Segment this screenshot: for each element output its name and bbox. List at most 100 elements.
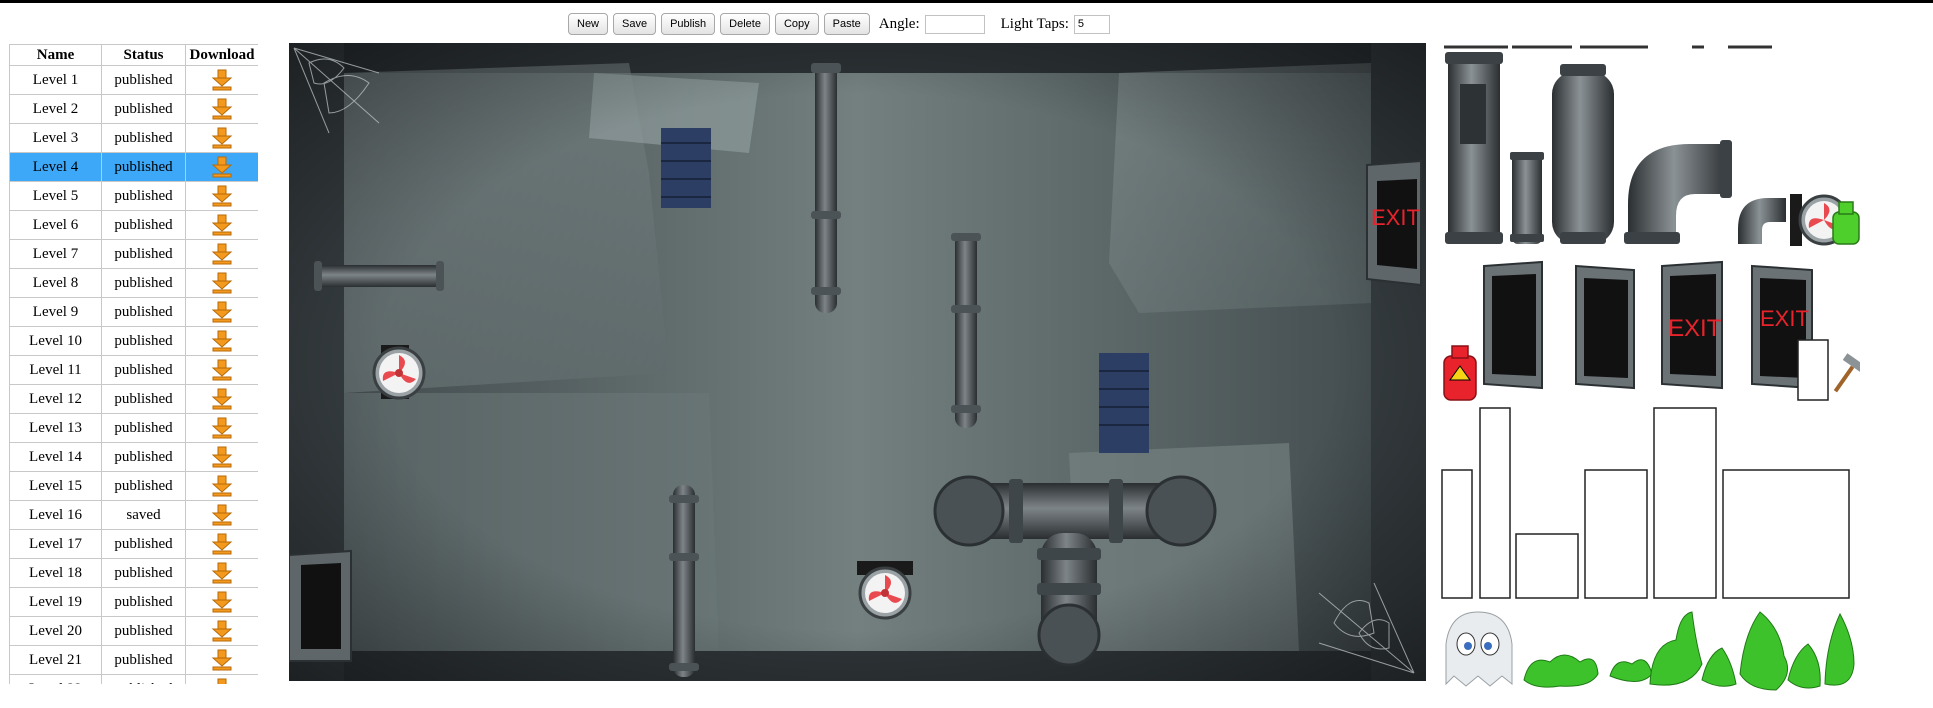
level-name[interactable]: Level 13 xyxy=(9,413,102,443)
paste-button[interactable]: Paste xyxy=(823,13,870,35)
level-name[interactable]: Level 14 xyxy=(9,442,102,472)
level-row[interactable]: Level 20 published xyxy=(9,616,258,646)
level-row[interactable]: Level 9 published xyxy=(9,297,258,327)
level-name[interactable]: Level 15 xyxy=(9,471,102,501)
new-button[interactable]: New xyxy=(568,13,609,35)
download-cell[interactable] xyxy=(185,268,258,298)
level-name[interactable]: Level 19 xyxy=(9,587,102,617)
palette-block-6[interactable] xyxy=(1722,469,1850,599)
palette-slime-1[interactable] xyxy=(1523,654,1599,688)
angle-input[interactable] xyxy=(924,14,985,34)
download-cell[interactable] xyxy=(185,645,258,675)
level-row[interactable]: Level 4 published xyxy=(9,152,258,182)
palette-slime-7[interactable] xyxy=(1824,612,1855,686)
download-arrow-icon[interactable] xyxy=(211,127,233,149)
palette-pipe-short[interactable] xyxy=(1510,152,1544,244)
download-arrow-icon[interactable] xyxy=(211,185,233,207)
delete-button[interactable]: Delete xyxy=(720,13,770,35)
palette-ghost-character[interactable] xyxy=(1445,611,1513,687)
level-row[interactable]: Level 11 published xyxy=(9,355,258,385)
download-arrow-icon[interactable] xyxy=(211,533,233,555)
download-arrow-icon[interactable] xyxy=(211,504,233,526)
download-cell[interactable] xyxy=(185,65,258,95)
palette-block-1[interactable] xyxy=(1441,469,1473,599)
palette-slime-5[interactable] xyxy=(1739,611,1789,691)
download-cell[interactable] xyxy=(185,558,258,588)
level-name[interactable]: Level 8 xyxy=(9,268,102,298)
palette-pipe-elbow-large[interactable] xyxy=(1624,140,1732,244)
download-cell[interactable] xyxy=(185,152,258,182)
level-name[interactable]: Level 6 xyxy=(9,210,102,240)
palette-hammer-icon[interactable] xyxy=(1833,353,1860,393)
palette-pipe-tall[interactable] xyxy=(1445,52,1503,244)
light-taps-input[interactable] xyxy=(1073,14,1110,34)
door-left[interactable] xyxy=(289,549,352,662)
download-cell[interactable] xyxy=(185,94,258,124)
level-row[interactable]: Level 19 published xyxy=(9,587,258,617)
download-cell[interactable] xyxy=(185,442,258,472)
level-row[interactable]: Level 1 published xyxy=(9,65,258,95)
palette-block-3[interactable] xyxy=(1515,533,1579,599)
palette-slime-2[interactable] xyxy=(1609,659,1653,682)
level-row[interactable]: Level 14 published xyxy=(9,442,258,472)
level-row[interactable]: Level 8 published xyxy=(9,268,258,298)
level-row[interactable]: Level 12 published xyxy=(9,384,258,414)
download-arrow-icon[interactable] xyxy=(211,214,233,236)
download-cell[interactable] xyxy=(185,355,258,385)
level-name[interactable]: Level 9 xyxy=(9,297,102,327)
level-name[interactable]: Level 22 xyxy=(9,674,102,684)
download-arrow-icon[interactable] xyxy=(211,156,233,178)
palette-block-small[interactable] xyxy=(1797,339,1829,401)
level-row[interactable]: Level 21 published xyxy=(9,645,258,675)
palette-slime-4[interactable] xyxy=(1701,647,1737,687)
level-name[interactable]: Level 20 xyxy=(9,616,102,646)
download-arrow-icon[interactable] xyxy=(211,417,233,439)
download-cell[interactable] xyxy=(185,297,258,327)
download-cell[interactable] xyxy=(185,674,258,684)
level-row[interactable]: Level 6 published xyxy=(9,210,258,240)
download-cell[interactable] xyxy=(185,384,258,414)
level-name[interactable]: Level 2 xyxy=(9,94,102,124)
download-arrow-icon[interactable] xyxy=(211,475,233,497)
level-name[interactable]: Level 11 xyxy=(9,355,102,385)
level-name[interactable]: Level 16 xyxy=(9,500,102,530)
palette-slime-6[interactable] xyxy=(1787,643,1821,689)
download-cell[interactable] xyxy=(185,181,258,211)
exit-door[interactable]: EXIT xyxy=(1366,159,1422,287)
palette-door-2[interactable] xyxy=(1575,264,1635,390)
download-cell[interactable] xyxy=(185,471,258,501)
download-arrow-icon[interactable] xyxy=(211,98,233,120)
level-row[interactable]: Level 18 published xyxy=(9,558,258,588)
level-row[interactable]: Level 10 published xyxy=(9,326,258,356)
level-name[interactable]: Level 18 xyxy=(9,558,102,588)
level-row[interactable]: Level 17 published xyxy=(9,529,258,559)
level-editor-canvas[interactable]: EXIT xyxy=(289,43,1426,681)
download-arrow-icon[interactable] xyxy=(211,649,233,671)
level-name[interactable]: Level 10 xyxy=(9,326,102,356)
level-row[interactable]: Level 15 published xyxy=(9,471,258,501)
download-cell[interactable] xyxy=(185,413,258,443)
download-cell[interactable] xyxy=(185,123,258,153)
download-cell[interactable] xyxy=(185,587,258,617)
download-arrow-icon[interactable] xyxy=(211,446,233,468)
level-name[interactable]: Level 21 xyxy=(9,645,102,675)
vertical-pipe[interactable] xyxy=(955,233,977,428)
level-name[interactable]: Level 1 xyxy=(9,65,102,95)
download-arrow-icon[interactable] xyxy=(211,678,233,684)
palette-pipe-tank[interactable] xyxy=(1552,64,1614,244)
download-arrow-icon[interactable] xyxy=(211,591,233,613)
level-name[interactable]: Level 17 xyxy=(9,529,102,559)
download-cell[interactable] xyxy=(185,210,258,240)
level-name[interactable]: Level 12 xyxy=(9,384,102,414)
save-button[interactable]: Save xyxy=(613,13,657,35)
palette-pipe-elbow-small[interactable] xyxy=(1738,198,1786,244)
level-row[interactable]: Level 7 published xyxy=(9,239,258,269)
level-row[interactable]: Level 13 published xyxy=(9,413,258,443)
palette-block-5[interactable] xyxy=(1653,407,1717,599)
download-arrow-icon[interactable] xyxy=(211,69,233,91)
download-cell[interactable] xyxy=(185,326,258,356)
download-cell[interactable] xyxy=(185,239,258,269)
download-arrow-icon[interactable] xyxy=(211,620,233,642)
level-name[interactable]: Level 5 xyxy=(9,181,102,211)
fan-bottom[interactable] xyxy=(857,561,913,620)
